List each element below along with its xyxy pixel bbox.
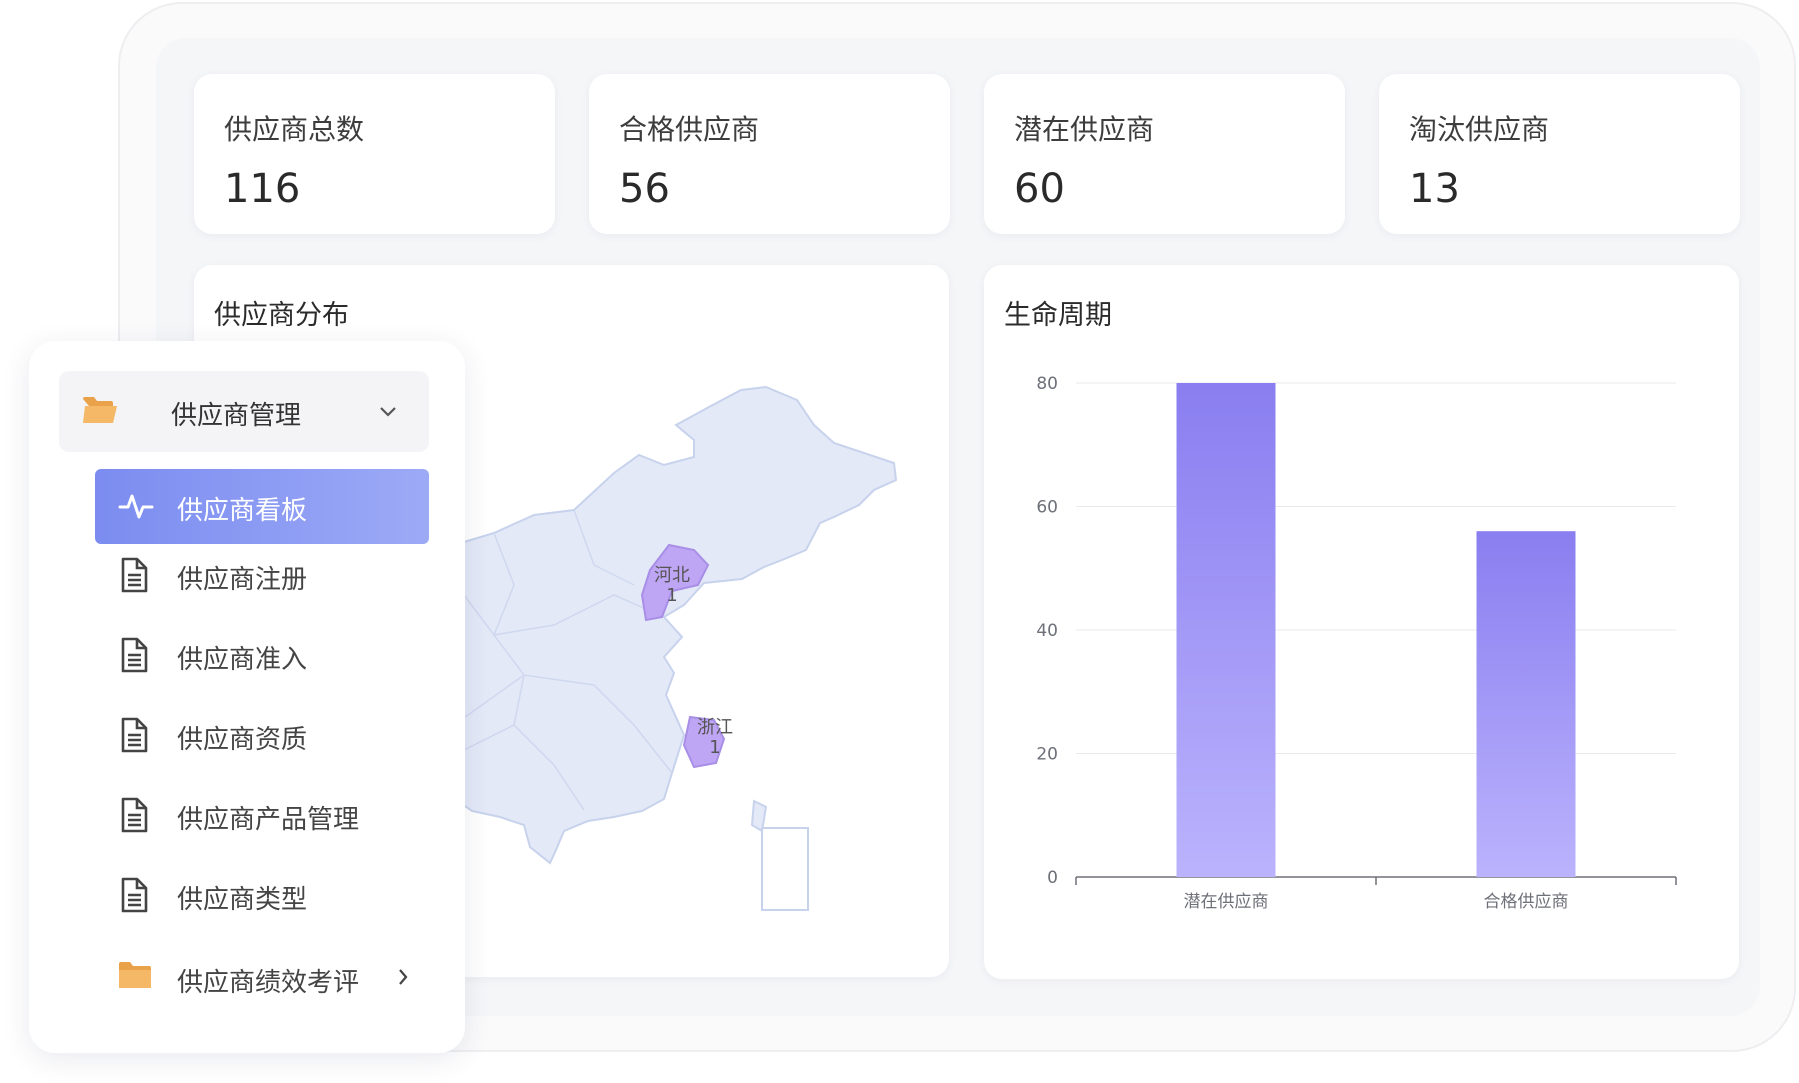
chevron-right-icon[interactable]: [397, 968, 409, 990]
sidebar-menu: 供应商管理 供应商看板 供应商注册 供应商准入 供应商资质 供应商产品管理 供应…: [29, 341, 465, 1053]
stat-card-total: 供应商总数 116: [194, 74, 555, 234]
y-tick-label: 60: [1036, 498, 1058, 518]
sidebar-item-supplier-dashboard[interactable]: 供应商看板: [95, 469, 429, 544]
sidebar-item-label: 供应商准入: [177, 645, 308, 675]
sidebar-item-label: 供应商资质: [177, 725, 308, 755]
document-icon: [117, 716, 151, 758]
map-value-hebei: 1: [666, 585, 677, 606]
document-icon: [117, 796, 151, 838]
sidebar-item-supplier-registration[interactable]: 供应商注册: [95, 538, 429, 613]
folder-open-icon: [81, 395, 119, 429]
lifecycle-panel: 生命周期 0 20 40 60 80 潜在供应商 合格供应商: [984, 265, 1739, 979]
folder-icon: [117, 959, 153, 995]
x-tick-label: 潜在供应商: [1184, 892, 1269, 912]
sidebar-item-supplier-products[interactable]: 供应商产品管理: [95, 778, 429, 853]
stat-value: 56: [619, 166, 670, 212]
map-taiwan: [750, 799, 768, 833]
x-tick-label: 合格供应商: [1484, 892, 1569, 912]
menu-group-supplier-management[interactable]: 供应商管理: [59, 371, 429, 452]
document-icon: [117, 556, 151, 598]
sidebar-item-supplier-performance[interactable]: 供应商绩效考评: [95, 941, 429, 1016]
document-icon: [117, 636, 151, 678]
sidebar-item-supplier-types[interactable]: 供应商类型: [95, 858, 429, 933]
stat-card-qualified: 合格供应商 56: [589, 74, 950, 234]
stat-card-eliminated: 淘汰供应商 13: [1379, 74, 1740, 234]
bar: [1476, 531, 1576, 877]
stat-title: 潜在供应商: [1014, 113, 1155, 146]
y-tick-label: 80: [1036, 374, 1058, 394]
map-label-zhejiang: 浙江: [697, 717, 733, 738]
panel-title: 供应商分布: [214, 300, 349, 331]
sidebar-item-label: 供应商注册: [177, 565, 308, 595]
sidebar-item-supplier-admission[interactable]: 供应商准入: [95, 618, 429, 693]
y-tick-label: 0: [1047, 868, 1058, 888]
map-label-hebei: 河北: [654, 565, 690, 586]
sidebar-item-label: 供应商看板: [177, 496, 308, 526]
stat-value: 116: [224, 166, 301, 212]
y-tick-label: 40: [1036, 621, 1058, 641]
stat-card-potential: 潜在供应商 60: [984, 74, 1345, 234]
sidebar-item-label: 供应商类型: [177, 885, 308, 915]
sidebar-item-label: 供应商产品管理: [177, 805, 360, 835]
chevron-down-icon[interactable]: [379, 403, 397, 422]
menu-group-label: 供应商管理: [171, 401, 302, 431]
lifecycle-bar-chart: 0 20 40 60 80 潜在供应商 合格供应商: [1036, 374, 1677, 912]
stat-value: 13: [1409, 166, 1460, 212]
map-south-sea-inset: [761, 827, 809, 911]
sidebar-item-label: 供应商绩效考评: [177, 968, 360, 998]
stat-value: 60: [1014, 166, 1065, 212]
map-value-zhejiang: 1: [709, 737, 720, 758]
stat-title: 淘汰供应商: [1409, 113, 1550, 146]
document-icon: [117, 876, 151, 918]
y-tick-label: 20: [1036, 745, 1058, 765]
sidebar-item-supplier-qualification[interactable]: 供应商资质: [95, 698, 429, 773]
stat-title: 供应商总数: [224, 113, 365, 146]
bar: [1176, 383, 1276, 877]
activity-icon: [117, 487, 155, 529]
stat-title: 合格供应商: [619, 113, 760, 146]
